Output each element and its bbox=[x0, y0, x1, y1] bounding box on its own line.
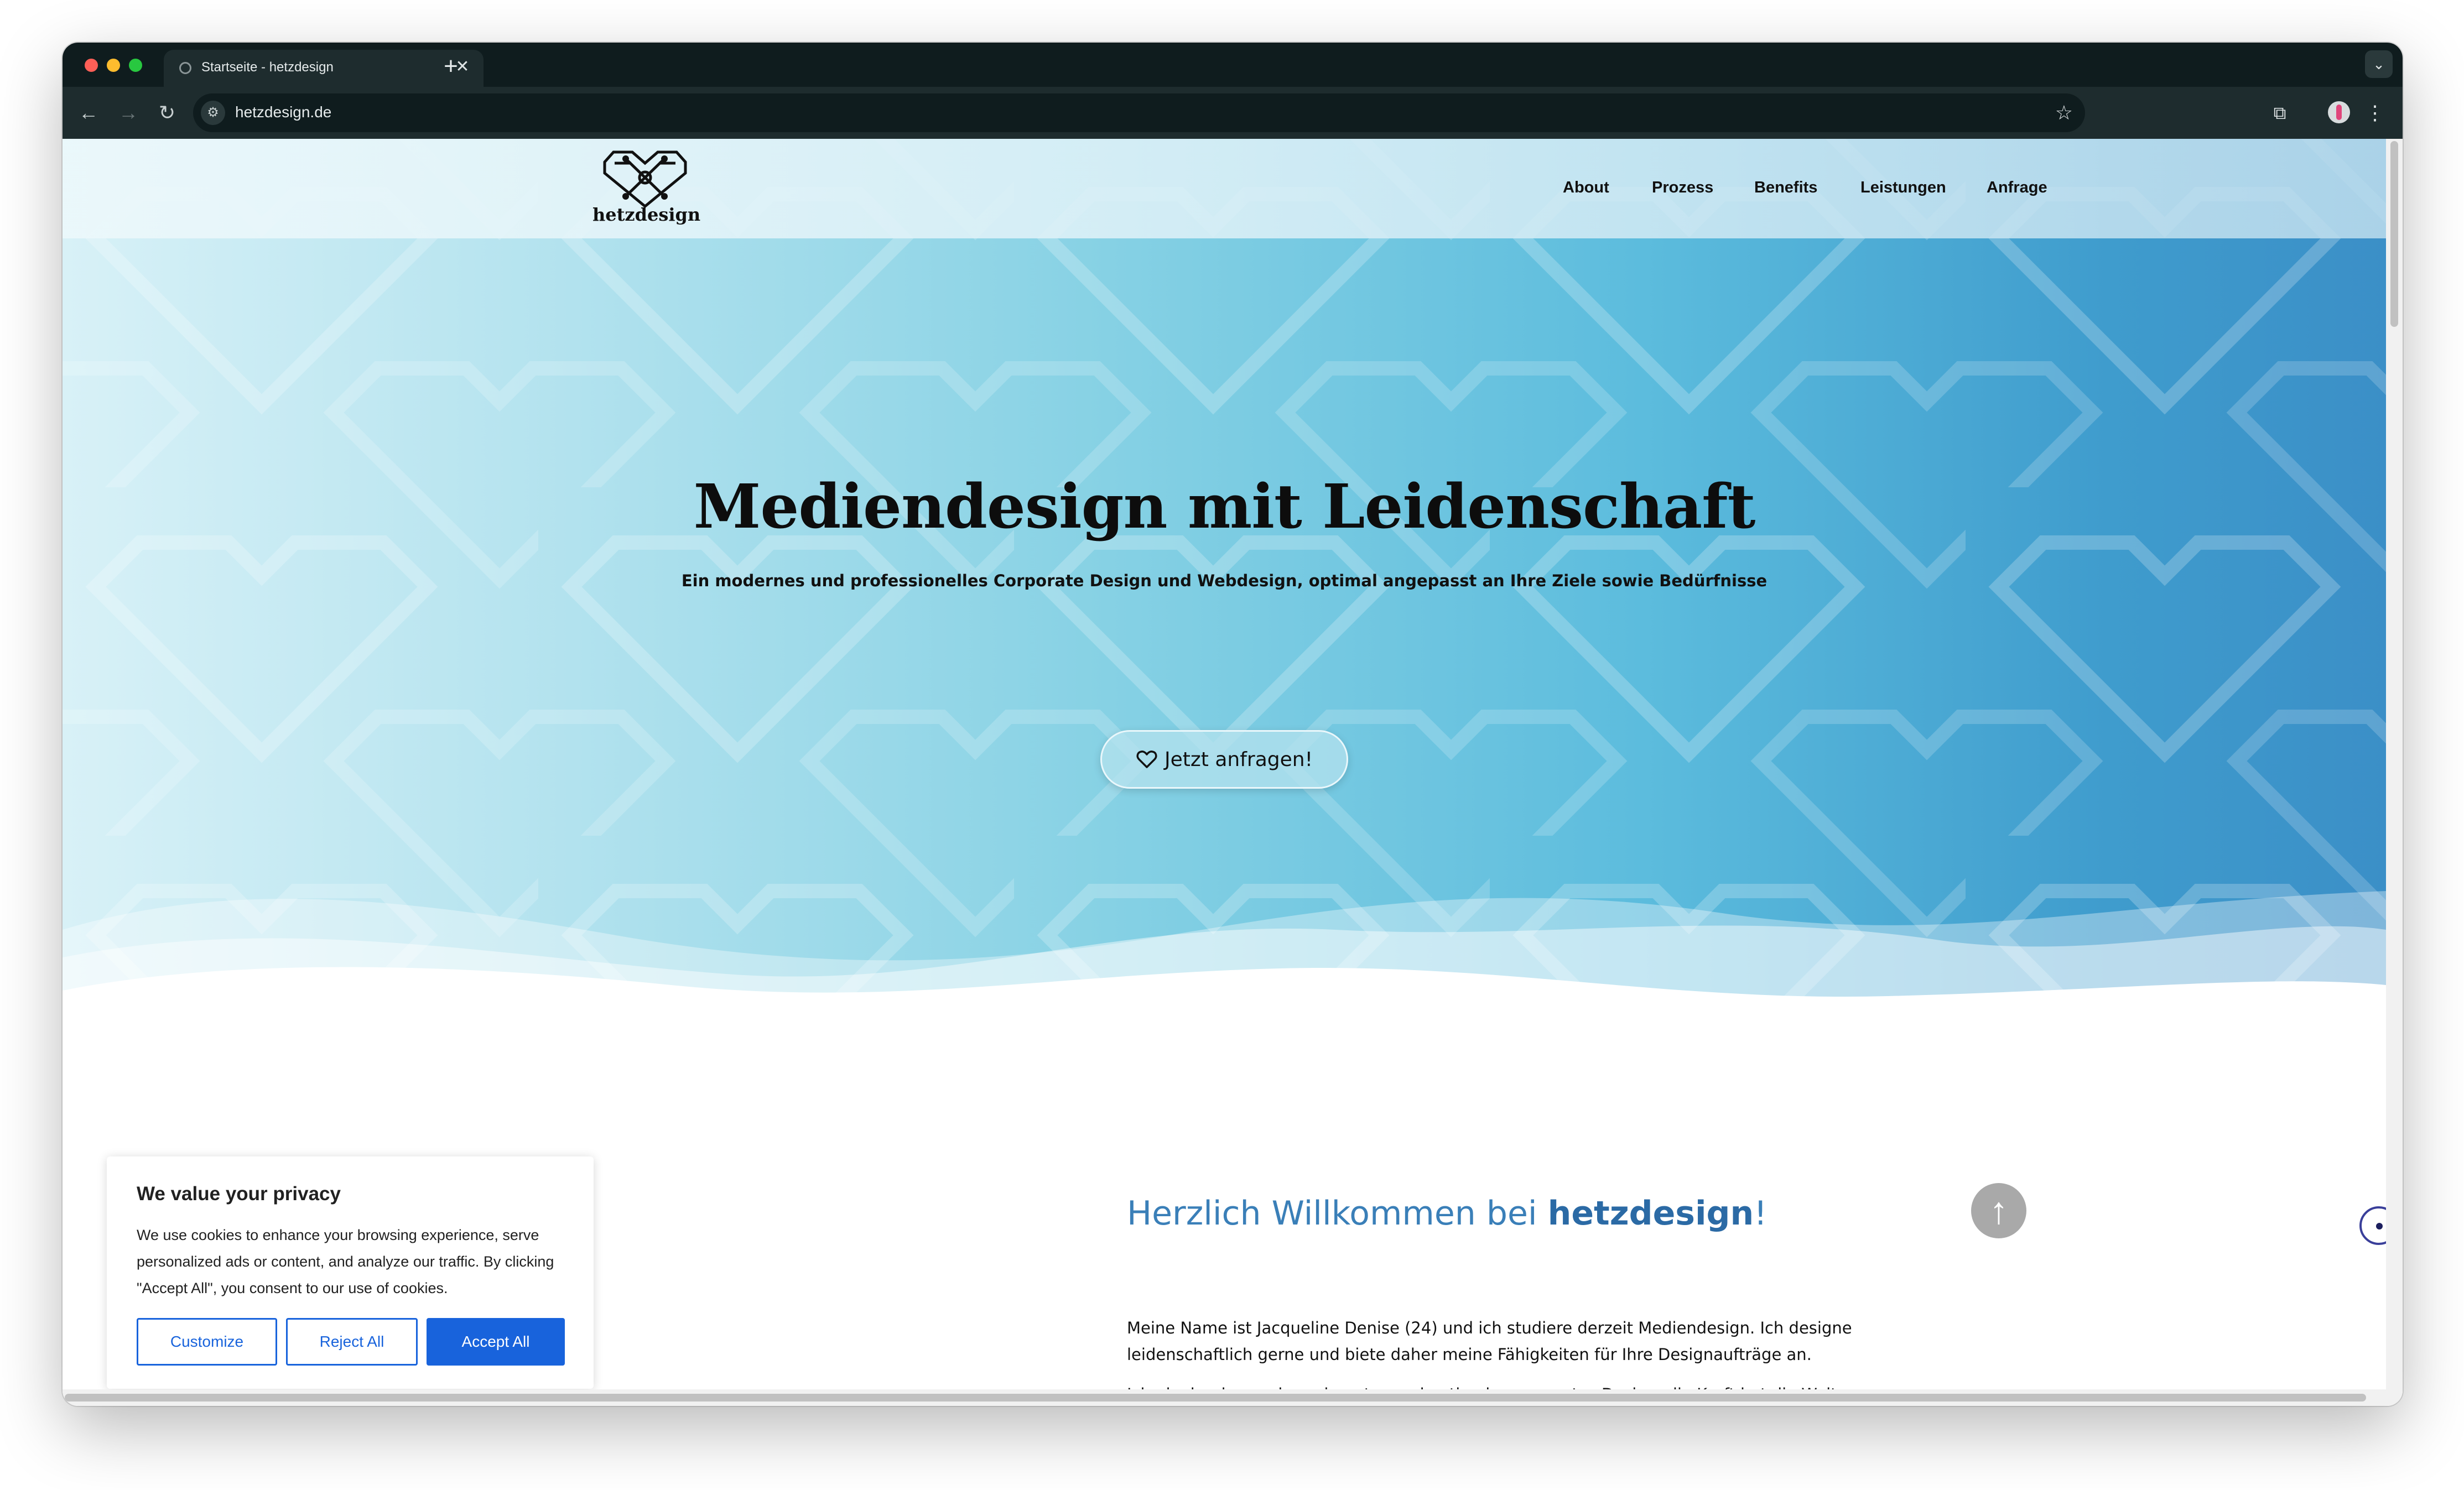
jetzt-anfragen-button[interactable]: Jetzt anfragen! bbox=[1100, 730, 1348, 789]
tab-title: Startseite - hetzdesign bbox=[201, 60, 334, 75]
horizontal-scrollbar-thumb[interactable] bbox=[65, 1394, 2366, 1402]
hero-subtitle: Ein modernes und professionelles Corpora… bbox=[681, 571, 1768, 590]
reload-icon[interactable]: ↻ bbox=[153, 99, 181, 127]
nav-leistungen[interactable]: Leistungen bbox=[1860, 179, 1946, 197]
vertical-scrollbar[interactable] bbox=[2386, 139, 2403, 1406]
nav-prozess[interactable]: Prozess bbox=[1652, 179, 1713, 197]
site-header: hetzdesign About Prozess Benefits Leistu… bbox=[63, 139, 2386, 238]
horizontal-scrollbar[interactable] bbox=[63, 1389, 2386, 1406]
tab-search-chevron-icon[interactable]: ⌄ bbox=[2365, 50, 2393, 78]
welcome-heading: Herzlich Willkommen bei hetzdesign! bbox=[1127, 1194, 1767, 1233]
cta-label: Jetzt anfragen! bbox=[1165, 748, 1313, 771]
back-icon[interactable]: ← bbox=[75, 99, 102, 127]
tab-strip: Startseite - hetzdesign ✕ + ⌄ bbox=[63, 43, 2403, 87]
site-info-icon[interactable]: ⚙ bbox=[201, 101, 225, 125]
nav-benefits[interactable]: Benefits bbox=[1754, 179, 1817, 197]
extensions-icon[interactable]: ⧉ bbox=[2267, 100, 2293, 126]
reject-all-button[interactable]: Reject All bbox=[286, 1318, 418, 1366]
bookmark-star-icon[interactable]: ☆ bbox=[2055, 99, 2073, 127]
welcome-paragraph-1: Meine Name ist Jacqueline Denise (24) un… bbox=[1127, 1319, 1852, 1364]
new-tab-button[interactable]: + bbox=[434, 50, 467, 83]
customize-button[interactable]: Customize bbox=[137, 1318, 277, 1366]
cookie-text: We use cookies to enhance your browsing … bbox=[137, 1227, 554, 1296]
logo-wordmark[interactable]: hetzdesign bbox=[592, 204, 700, 225]
cookie-title: We value your privacy bbox=[137, 1183, 341, 1205]
close-window-button[interactable] bbox=[85, 59, 98, 72]
nav-about[interactable]: About bbox=[1563, 179, 1609, 197]
page-viewport: hetzdesign About Prozess Benefits Leistu… bbox=[63, 139, 2403, 1406]
minimize-window-button[interactable] bbox=[107, 59, 120, 72]
welcome-heading-suffix: ! bbox=[1754, 1194, 1768, 1233]
welcome-heading-brand: hetzdesign bbox=[1547, 1194, 1754, 1233]
maximize-window-button[interactable] bbox=[129, 59, 142, 72]
forward-icon[interactable]: → bbox=[115, 99, 142, 127]
hero-section: hetzdesign About Prozess Benefits Leistu… bbox=[63, 139, 2386, 1024]
vertical-scrollbar-thumb[interactable] bbox=[2390, 141, 2398, 327]
scroll-to-top-arrow-icon[interactable]: ↑ bbox=[1971, 1183, 2026, 1238]
hero-title: Mediendesign mit Leidenschaft bbox=[693, 471, 1756, 542]
menu-icon[interactable]: ⋮ bbox=[2364, 99, 2386, 127]
heart-icon bbox=[1136, 751, 1157, 768]
cookie-consent-banner: We value your privacy We use cookies to … bbox=[107, 1156, 594, 1389]
accept-all-button[interactable]: Accept All bbox=[427, 1318, 565, 1366]
address-bar[interactable]: ⚙ hetzdesign.de ☆ bbox=[193, 93, 2085, 132]
browser-toolbar: ← → ↻ ⚙ hetzdesign.de ☆ ⧉ ⋮ bbox=[63, 87, 2403, 139]
favicon-icon bbox=[179, 62, 191, 74]
browser-window: Startseite - hetzdesign ✕ + ⌄ ← → ↻ ⚙ he… bbox=[63, 43, 2403, 1406]
profile-icon[interactable] bbox=[2328, 101, 2350, 123]
welcome-heading-prefix: Herzlich Willkommen bei bbox=[1127, 1194, 1548, 1233]
wave-divider bbox=[63, 891, 2386, 1024]
url-text[interactable]: hetzdesign.de bbox=[235, 103, 331, 121]
nav-anfrage[interactable]: Anfrage bbox=[1987, 179, 2047, 197]
